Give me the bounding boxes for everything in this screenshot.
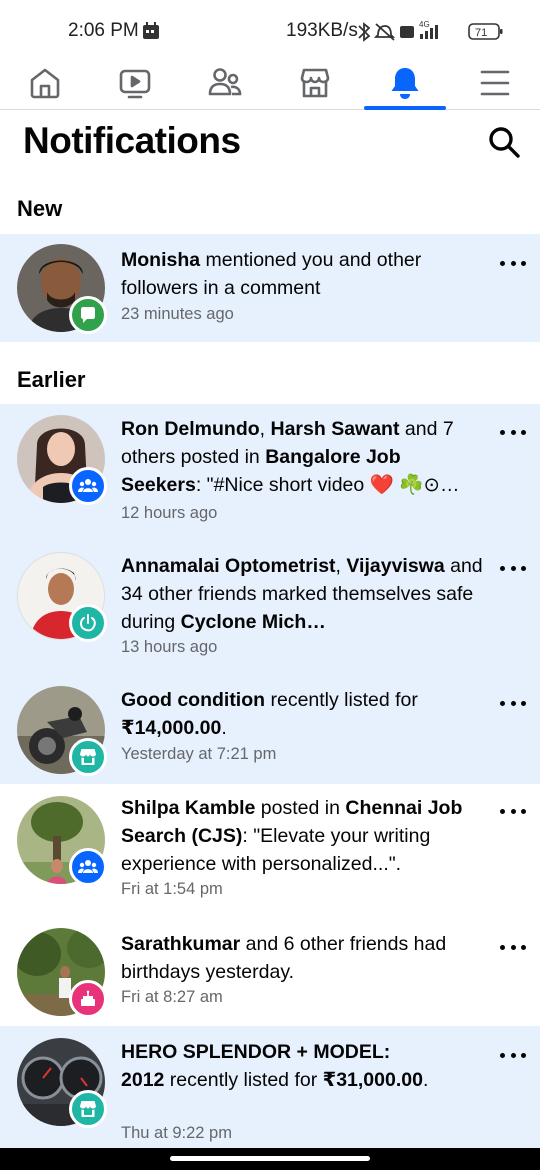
- network-speed: 193KB/s: [286, 20, 358, 41]
- notification-bold-segment: Good condition: [121, 689, 266, 711]
- notification-bold-segment: Vijayviswa: [346, 555, 445, 577]
- home-icon: [30, 68, 60, 99]
- notification-text: Shilpa Kamble posted in Chennai Job Sear…: [121, 794, 486, 878]
- notification-bold-segment: Cyclone Mich…: [180, 611, 326, 633]
- group-badge-icon: [69, 848, 107, 886]
- section-label-earlier: Earlier: [17, 367, 86, 392]
- notification-item[interactable]: Sarathkumar and 6 other friends had birt…: [0, 910, 540, 1026]
- notification-time: Fri at 1:54 pm: [121, 880, 223, 898]
- tab-marketplace[interactable]: [285, 56, 345, 110]
- active-tab-indicator: [364, 106, 446, 110]
- menu-icon: [480, 70, 510, 96]
- notification-text: Annamalai Optometrist, Vijayviswa and 34…: [121, 552, 486, 636]
- notification-item[interactable]: Ron Delmundo, Harsh Sawant and 7 others …: [0, 404, 540, 542]
- battery-level: 71: [475, 27, 487, 39]
- tab-menu[interactable]: [465, 56, 525, 110]
- section-label-new: New: [17, 196, 63, 221]
- notification-item[interactable]: Shilpa Kamble posted in Chennai Job Sear…: [0, 784, 540, 910]
- video-icon: [119, 69, 151, 99]
- battery-icon: 71: [468, 23, 503, 40]
- mute-icon: [373, 23, 396, 41]
- notification-bold-segment: Monisha: [121, 249, 201, 271]
- notification-bold-segment: ₹31,000.00: [322, 1069, 423, 1091]
- notifications-bell-icon: [391, 68, 419, 99]
- more-options-button[interactable]: [500, 698, 526, 708]
- bluetooth-icon: [358, 22, 371, 42]
- notification-text: Good condition recently listed for ₹14,0…: [121, 686, 486, 742]
- notification-text-segment: ,: [259, 418, 271, 440]
- notification-item[interactable]: Monisha mentioned you and other follower…: [0, 234, 540, 342]
- notification-text-segment: .: [422, 1069, 429, 1091]
- notification-bold-segment: Harsh Sawant: [270, 418, 400, 440]
- notification-text-segment: posted in: [255, 797, 346, 819]
- signal-network-type: 4G: [419, 20, 430, 29]
- notification-time: Thu at 9:22 pm: [121, 1124, 232, 1142]
- more-options-button[interactable]: [500, 563, 526, 573]
- notification-text: Sarathkumar and 6 other friends had birt…: [121, 930, 486, 986]
- notification-text-segment: recently listed for: [265, 689, 418, 711]
- tab-video[interactable]: [105, 56, 165, 110]
- notification-text-segment: ,: [335, 555, 347, 577]
- marketplace-icon: [300, 68, 330, 98]
- status-time: 2:06 PM: [68, 20, 139, 41]
- notification-text-segment: : "#Nice short video ❤️ ☘️⊙…: [195, 474, 460, 496]
- notification-time: 12 hours ago: [121, 504, 218, 522]
- tab-notifications[interactable]: [375, 56, 435, 110]
- group-badge-icon: [69, 467, 107, 505]
- notification-item[interactable]: HERO SPLENDOR + MODEL: 2012 recently lis…: [0, 1026, 540, 1148]
- tab-home[interactable]: [15, 56, 75, 110]
- notification-time: Yesterday at 7:21 pm: [121, 745, 277, 763]
- tab-friends[interactable]: [195, 56, 255, 110]
- notification-bold-segment: ₹14,000.00: [121, 717, 222, 739]
- notification-text: HERO SPLENDOR + MODEL: 2012 recently lis…: [121, 1038, 431, 1094]
- marketplace-badge-icon: [69, 738, 107, 776]
- notification-item[interactable]: Good condition recently listed for ₹14,0…: [0, 672, 540, 784]
- notification-time: Fri at 8:27 am: [121, 988, 223, 1006]
- top-navigation: [0, 56, 540, 110]
- notification-text-segment: recently listed for: [164, 1069, 323, 1091]
- more-options-button[interactable]: [500, 1050, 526, 1060]
- volte-icon: [400, 26, 414, 38]
- safety-check-badge-icon: [69, 604, 107, 642]
- marketplace-badge-icon: [69, 1090, 107, 1128]
- search-icon[interactable]: [486, 124, 522, 160]
- status-bar: 2:06 PM 193KB/s 4G 71: [0, 0, 540, 60]
- notification-bold-segment: Ron Delmundo: [121, 418, 260, 440]
- notification-bold-segment: Shilpa Kamble: [121, 797, 256, 819]
- comment-badge-icon: [69, 296, 107, 334]
- notification-bold-segment: Annamalai Optometrist: [121, 555, 336, 577]
- notification-time: 13 hours ago: [121, 638, 218, 656]
- friends-icon: [208, 68, 242, 96]
- birthday-cake-badge-icon: [69, 980, 107, 1018]
- page-title: Notifications: [23, 120, 241, 161]
- notification-item[interactable]: Annamalai Optometrist, Vijayviswa and 34…: [0, 542, 540, 672]
- notification-time: 23 minutes ago: [121, 305, 234, 323]
- more-options-button[interactable]: [500, 806, 526, 816]
- home-gesture-handle[interactable]: [170, 1156, 370, 1161]
- notification-text-segment: .: [221, 717, 227, 739]
- notification-bold-segment: Sarathkumar: [121, 933, 241, 955]
- more-options-button[interactable]: [500, 258, 526, 268]
- calendar-notification-icon: [143, 22, 159, 39]
- more-options-button[interactable]: [500, 942, 526, 952]
- notification-text: Ron Delmundo, Harsh Sawant and 7 others …: [121, 415, 486, 499]
- status-icons: 4G 71: [358, 20, 503, 42]
- more-options-button[interactable]: [500, 427, 526, 437]
- notification-text: Monisha mentioned you and other follower…: [121, 246, 486, 302]
